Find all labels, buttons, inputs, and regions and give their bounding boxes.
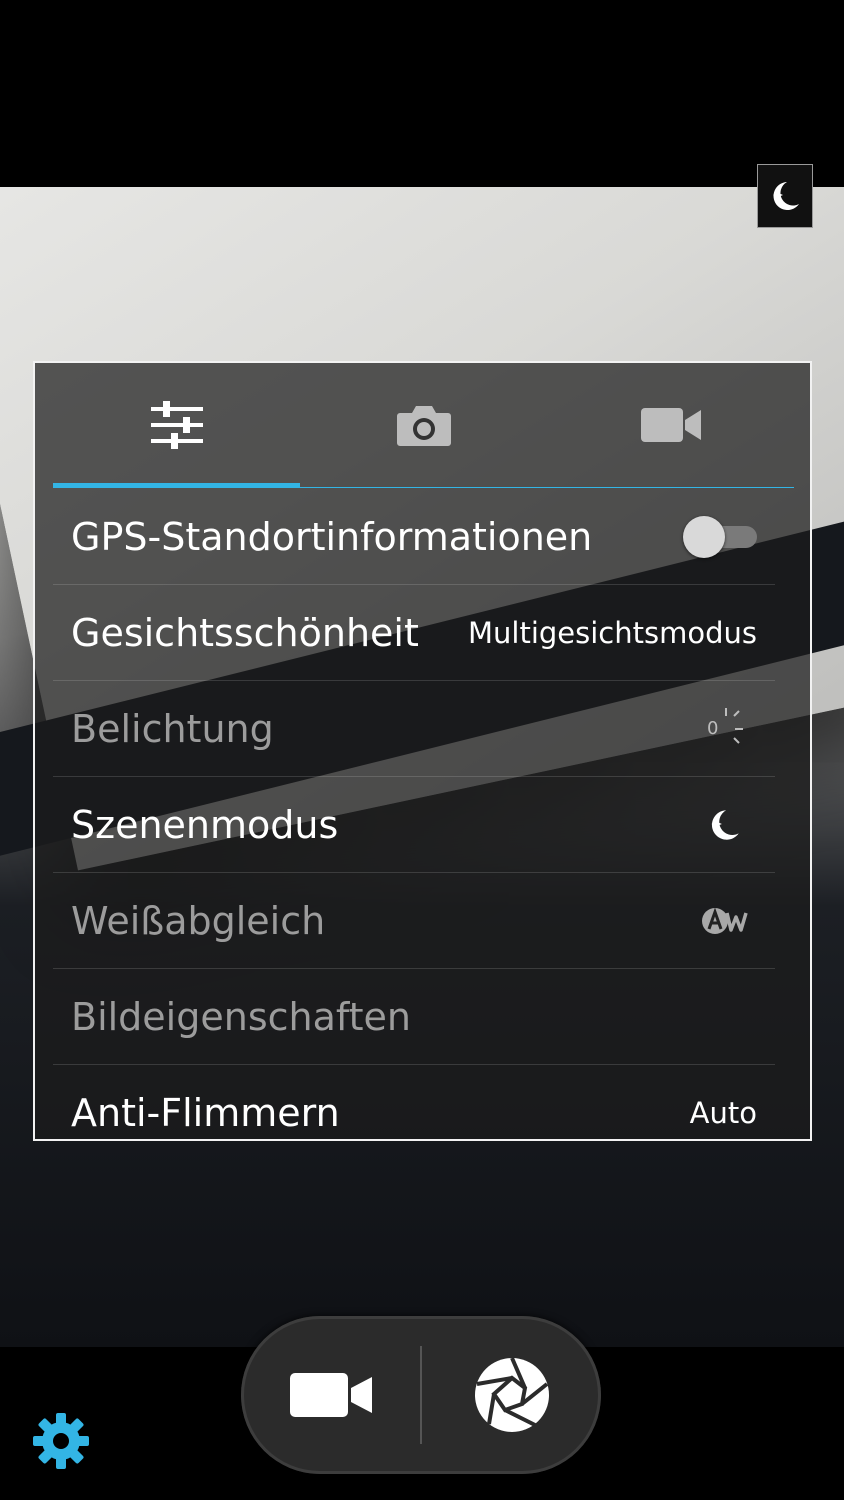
setting-value: Multigesichtsmodus — [468, 615, 757, 650]
auto-white-balance-icon — [702, 906, 748, 934]
tab-video-settings[interactable] — [547, 363, 794, 487]
gear-icon — [33, 1413, 89, 1469]
setting-label: Belichtung — [71, 706, 274, 751]
toggle-thumb — [683, 515, 725, 558]
gps-toggle[interactable] — [683, 514, 757, 560]
camera-icon — [396, 406, 451, 446]
setting-face-beauty[interactable]: Gesichtsschönheit Multigesichtsmodus — [53, 585, 775, 681]
shutter-button[interactable] — [422, 1316, 601, 1474]
setting-value: Auto — [689, 1095, 757, 1130]
setting-label: Anti-Flimmern — [71, 1090, 340, 1135]
setting-scene-mode[interactable]: Szenenmodus — [53, 777, 775, 873]
setting-label: GPS-Standortinformationen — [71, 514, 593, 559]
setting-label: Gesichtsschönheit — [71, 610, 419, 655]
settings-button[interactable] — [30, 1410, 92, 1472]
setting-image-properties: Bildeigenschaften — [53, 969, 775, 1065]
camera-settings-panel: GPS-Standortinformationen Gesichtsschönh… — [33, 361, 812, 1141]
tab-photo-settings[interactable] — [300, 363, 547, 487]
sliders-icon — [150, 401, 203, 449]
settings-list: GPS-Standortinformationen Gesichtsschönh… — [53, 489, 775, 1139]
setting-gps-location[interactable]: GPS-Standortinformationen — [53, 489, 775, 585]
setting-exposure: Belichtung 0 — [53, 681, 775, 777]
video-camera-icon — [640, 408, 701, 442]
tab-general-settings[interactable] — [53, 363, 300, 487]
night-mode-icon — [711, 809, 739, 840]
tab-divider-line — [53, 487, 794, 488]
setting-label: Bildeigenschaften — [71, 994, 411, 1039]
shutter-icon — [474, 1357, 549, 1432]
setting-label: Weißabgleich — [71, 898, 326, 943]
setting-label: Szenenmodus — [71, 802, 339, 847]
setting-white-balance: Weißabgleich — [53, 873, 775, 969]
night-mode-icon — [773, 182, 799, 210]
settings-tabs — [53, 363, 794, 489]
setting-anti-flicker[interactable]: Anti-Flimmern Auto — [53, 1065, 775, 1139]
video-camera-icon — [290, 1373, 372, 1417]
record-video-button[interactable] — [241, 1316, 421, 1474]
capture-controls — [241, 1316, 601, 1474]
exposure-icon: 0 — [707, 706, 747, 752]
scene-mode-indicator[interactable] — [757, 164, 813, 228]
